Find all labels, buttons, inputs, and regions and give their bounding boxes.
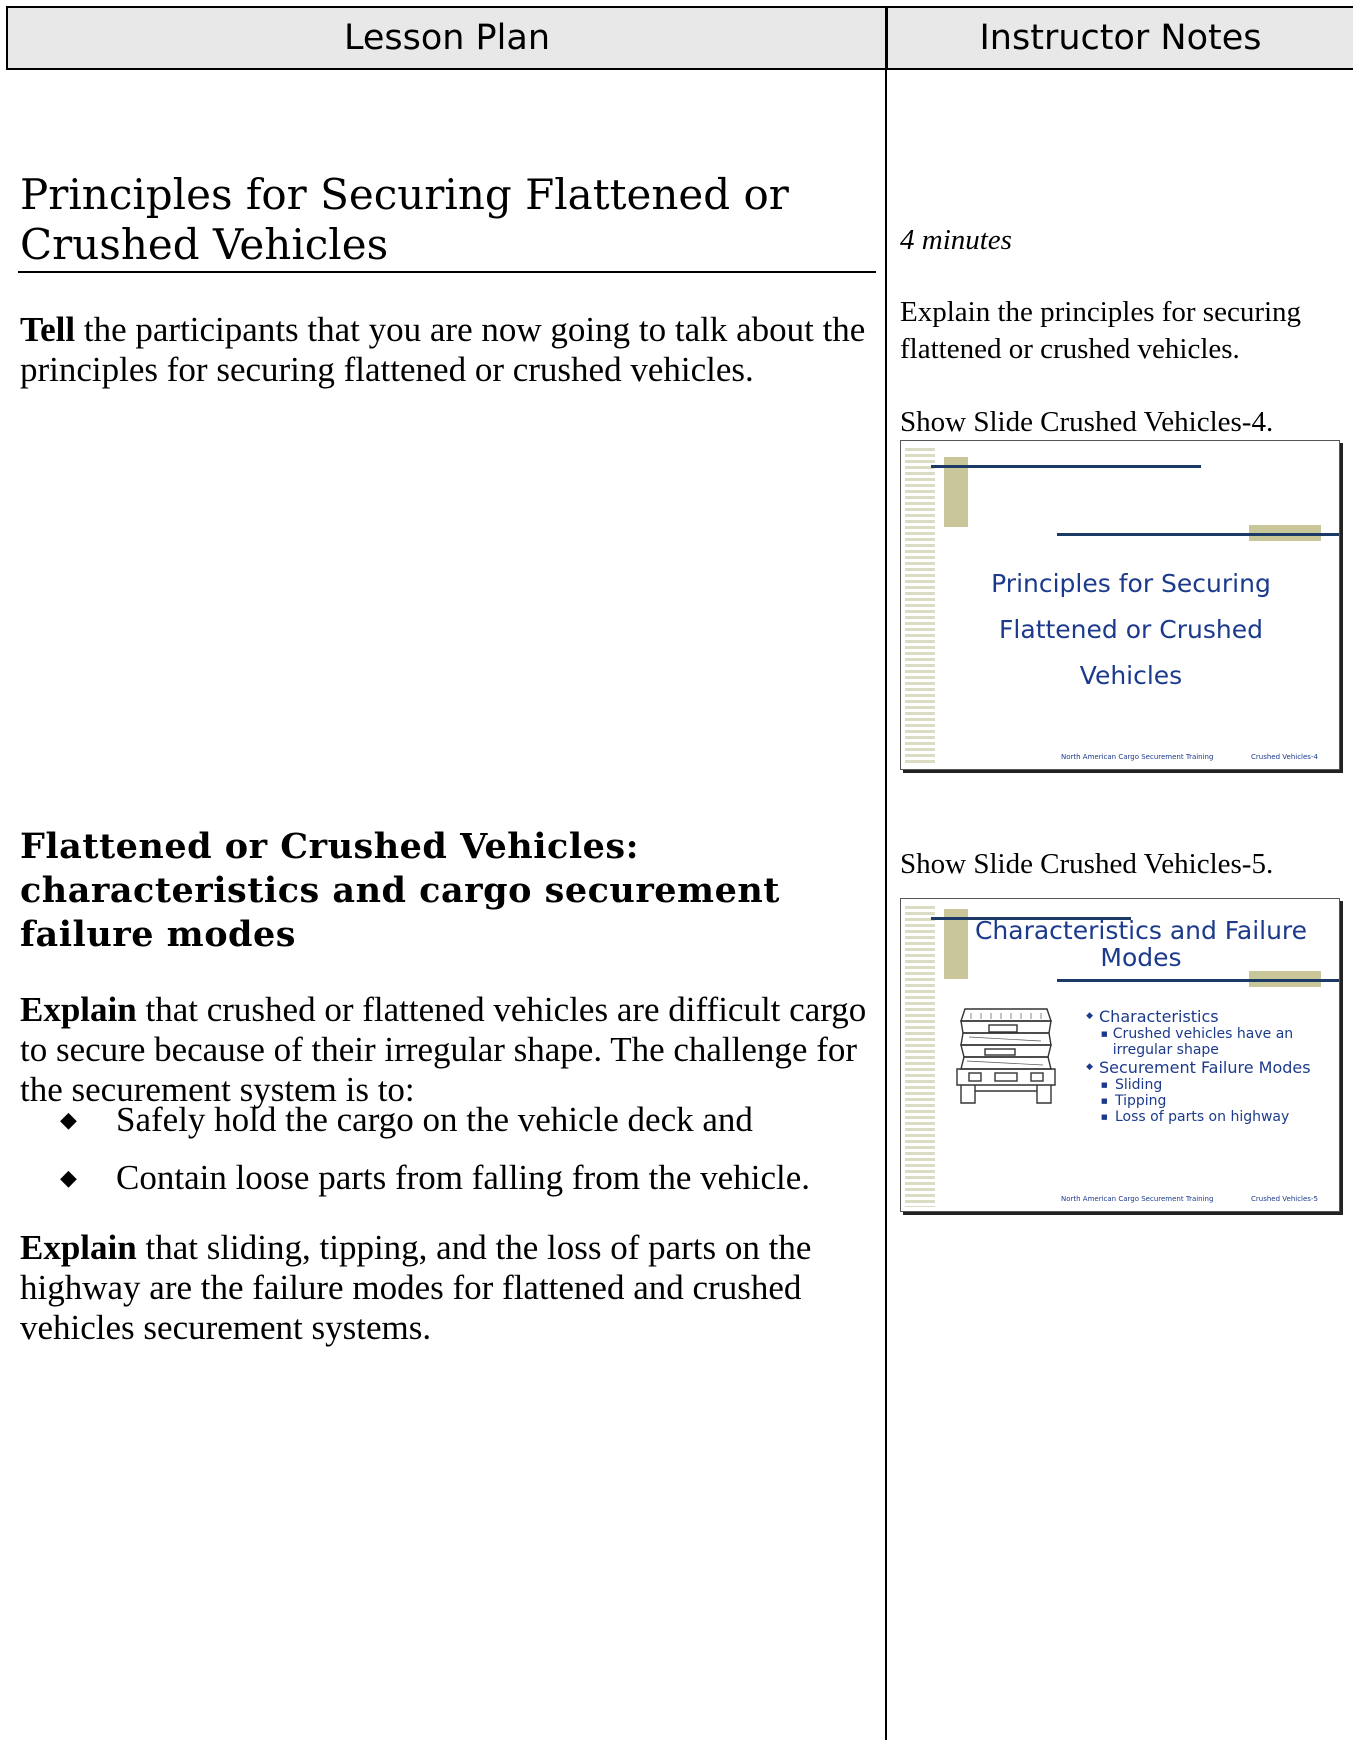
slide-4-title: Principles for Securing Flattened or Cru…: [961, 561, 1301, 699]
slide-thumbnail-4: Principles for Securing Flattened or Cru…: [900, 440, 1340, 770]
challenge-list: ◆ Safely hold the cargo on the vehicle de…: [60, 1100, 880, 1216]
slide-sub-bullet-text: Tipping: [1115, 1093, 1167, 1109]
slide-thumbnail-5: Characteristics and Failure Modes ◆ Char…: [900, 898, 1340, 1212]
slide-4-title-line: Principles for Securing: [991, 569, 1271, 598]
slide-5-title-line: Modes: [1100, 943, 1182, 972]
slide-bullet: ◆ Securement Failure Modes: [1079, 1058, 1339, 1077]
explain-paragraph-2: Explain that sliding, tipping, and the l…: [20, 1228, 880, 1348]
slide-navy-line: [1057, 979, 1339, 982]
square-bullet-icon: ■: [1101, 1030, 1108, 1038]
slide-footer-right: Crushed Vehicles-4: [1251, 753, 1318, 761]
diamond-bullet-icon: ◆: [1086, 1011, 1093, 1021]
slide-footer-left: North American Cargo Securement Training: [1061, 753, 1214, 761]
slide-sub-bullet-text: Sliding: [1115, 1077, 1163, 1093]
square-bullet-icon: ■: [1101, 1097, 1108, 1105]
title-underline: [18, 271, 876, 273]
slide-footer-right: Crushed Vehicles-5: [1251, 1195, 1318, 1203]
diamond-bullet-icon: ◆: [60, 1165, 77, 1190]
slide-sub-bullet: ■ Tipping: [1079, 1093, 1339, 1109]
square-bullet-icon: ■: [1101, 1081, 1108, 1089]
time-note: 4 minutes: [900, 224, 1012, 256]
slide-5-title: Characteristics and Failure Modes: [971, 917, 1311, 971]
slide-5-title-line: Characteristics and Failure: [974, 916, 1308, 945]
slide-navy-line: [931, 465, 1201, 468]
instructor-notes-header-label: Instructor Notes: [979, 18, 1262, 58]
explain-text: that crushed or flattened vehicles are d…: [20, 990, 867, 1109]
slide-5-bullets: ◆ Characteristics ■ Crushed vehicles have …: [1079, 1007, 1339, 1125]
list-item-text: Safely hold the cargo on the vehicle dec…: [116, 1100, 753, 1139]
diamond-bullet-icon: ◆: [60, 1107, 77, 1132]
slide-bullet-text: Securement Failure Modes: [1099, 1058, 1311, 1077]
tell-keyword: Tell: [20, 310, 76, 349]
explain-keyword: Explain: [20, 990, 137, 1029]
slide-sub-bullet-text: Crushed vehicles have an irregular shape: [1112, 1026, 1294, 1058]
show-slide-5-note: Show Slide Crushed Vehicles-5.: [900, 848, 1274, 880]
lesson-page: Lesson Plan Instructor Notes Principles …: [0, 0, 1359, 1740]
show-slide-4-note: Show Slide Crushed Vehicles-4.: [900, 406, 1274, 438]
slide-footer-left: North American Cargo Securement Training: [1061, 1195, 1214, 1203]
explain-paragraph-1: Explain that crushed or flattened vehicl…: [20, 990, 880, 1110]
square-bullet-icon: ■: [1101, 1113, 1108, 1121]
slide-sub-bullet: ■ Crushed vehicles have an irregular shap…: [1079, 1026, 1339, 1058]
slide-sub-bullet-text: Loss of parts on highway: [1115, 1109, 1290, 1125]
slide-stripe-decoration: [905, 445, 935, 765]
tell-text: the participants that you are now going …: [20, 310, 866, 389]
slide-sub-bullet: ■ Sliding: [1079, 1077, 1339, 1093]
lesson-plan-header-label: Lesson Plan: [343, 18, 551, 58]
slide-stripe-decoration: [905, 903, 935, 1207]
diamond-bullet-icon: ◆: [1086, 1062, 1093, 1072]
slide-bullet-text: Characteristics: [1099, 1007, 1219, 1026]
section-title: Principles for Securing Flattened or Cru…: [20, 170, 789, 269]
subsection-heading: Flattened or Crushed Vehicles: character…: [20, 826, 780, 955]
slide-navy-line: [1057, 533, 1339, 536]
slide-sub-bullet: ■ Loss of parts on highway: [1079, 1109, 1339, 1125]
list-item-text: Contain loose parts from falling from th…: [116, 1158, 810, 1197]
list-item: ◆ Safely hold the cargo on the vehicle de…: [60, 1100, 880, 1140]
slide-4-title-line: Flattened or Crushed: [999, 615, 1263, 644]
tell-paragraph: Tell the participants that you are now g…: [20, 310, 880, 390]
lesson-plan-header: Lesson Plan: [6, 6, 886, 70]
slide-4-title-line: Vehicles: [1079, 661, 1183, 690]
crushed-vehicles-truck-illustration: [956, 1008, 1056, 1104]
explain-text: that sliding, tipping, and the loss of p…: [20, 1228, 812, 1347]
column-divider: [885, 6, 887, 1740]
explain-note: Explain the principles for securing flat…: [900, 296, 1302, 365]
explain-keyword: Explain: [20, 1228, 137, 1267]
list-item: ◆ Contain loose parts from falling from t…: [60, 1158, 880, 1198]
slide-bullet: ◆ Characteristics: [1079, 1007, 1339, 1026]
instructor-notes-header: Instructor Notes: [886, 6, 1353, 70]
